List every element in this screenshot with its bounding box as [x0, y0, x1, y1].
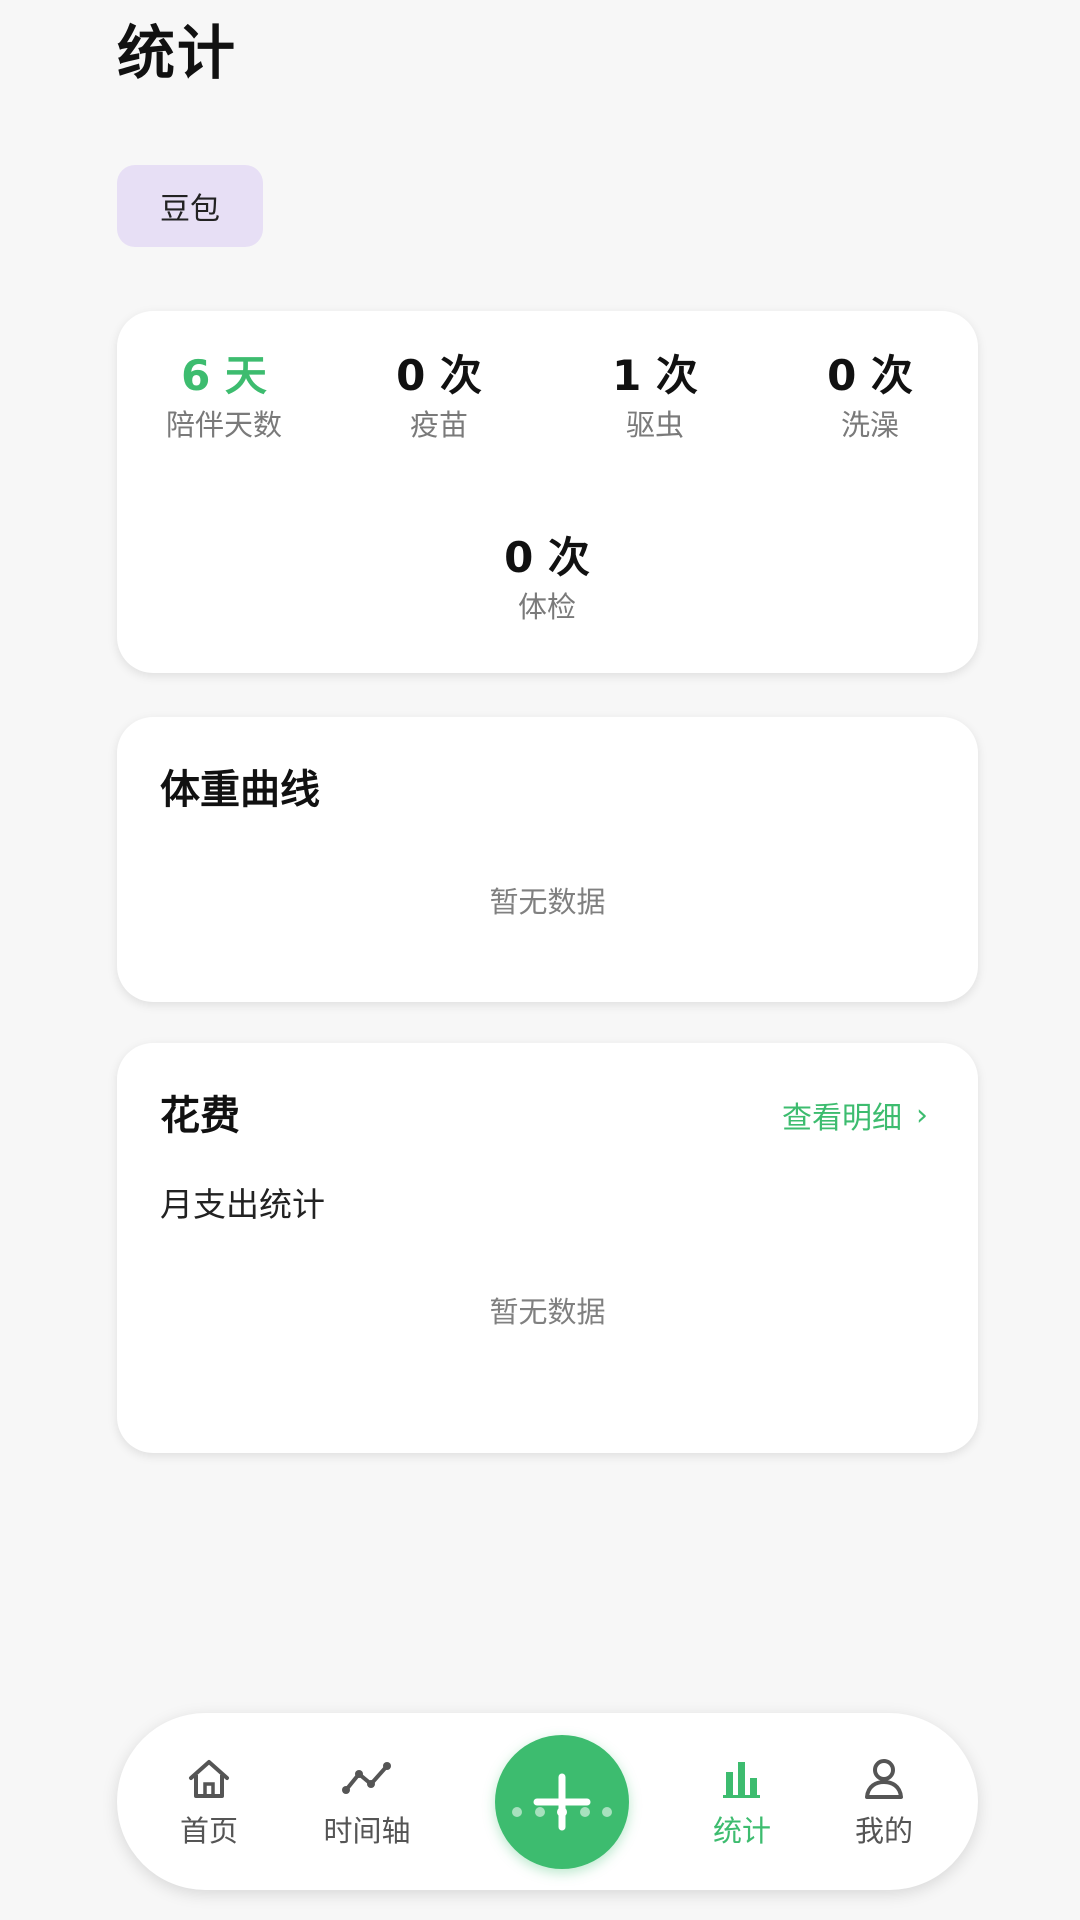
timeline-icon [342, 1762, 391, 1794]
weight-card: 体重曲线 暂无数据 [117, 717, 978, 1002]
stats-card: 6 天 陪伴天数 0 次 疫苗 1 次 驱虫 0 次 洗澡 0 次 体检 [117, 311, 978, 673]
stat-bath: 0 次 洗澡 [770, 351, 970, 443]
bottom-tab-bar: 首页 时间轴 统计 我的 [117, 1713, 978, 1890]
stat-value: 0 次 [504, 533, 590, 582]
stat-label: 驱虫 [625, 408, 684, 442]
stat-label: 洗澡 [840, 408, 899, 442]
cost-title: 花费 [160, 1093, 240, 1139]
tab-timeline[interactable]: 时间轴 [297, 1758, 437, 1850]
tab-profile[interactable]: 我的 [814, 1758, 954, 1850]
cost-card: 花费 查看明细 › 月支出统计 暂无数据 [117, 1043, 978, 1453]
stat-companion-days: 6 天 陪伴天数 [124, 351, 324, 443]
tab-stats-label: 统计 [712, 1814, 771, 1848]
stat-deworm: 1 次 驱虫 [555, 351, 755, 443]
tab-home-label: 首页 [179, 1814, 238, 1848]
stat-value: 0 次 [396, 351, 482, 400]
stat-label: 体检 [517, 590, 576, 624]
cost-empty-text: 暂无数据 [489, 1295, 606, 1329]
stat-label: 疫苗 [409, 408, 468, 442]
weight-empty-text: 暂无数据 [489, 885, 606, 919]
stat-label: 陪伴天数 [165, 408, 282, 442]
tab-timeline-label: 时间轴 [323, 1814, 411, 1848]
view-details-label: 查看明细 [782, 1101, 902, 1136]
weight-title: 体重曲线 [160, 767, 320, 813]
home-icon [189, 1760, 229, 1798]
tab-stats[interactable]: 统计 [672, 1758, 812, 1850]
monthly-expense-label: 月支出统计 [160, 1185, 325, 1224]
chevron-right-icon: › [916, 1097, 928, 1133]
pet-name: 豆包 [160, 192, 220, 227]
pet-selector-chip[interactable]: 豆包 [117, 165, 263, 247]
user-icon [865, 1759, 903, 1799]
page-title: 统计 [117, 19, 238, 87]
tab-home[interactable]: 首页 [139, 1758, 279, 1850]
bar-chart-icon [723, 1762, 760, 1798]
stat-value: 1 次 [612, 351, 698, 400]
stat-value: 6 天 [181, 351, 267, 400]
stat-vaccine: 0 次 疫苗 [339, 351, 539, 443]
tab-profile-label: 我的 [854, 1814, 913, 1848]
plus-icon [512, 1773, 612, 1831]
stat-checkup: 0 次 体检 [447, 533, 647, 625]
stat-value: 0 次 [827, 351, 913, 400]
view-details-link[interactable]: 查看明细 › [782, 1093, 928, 1137]
add-record-button[interactable] [495, 1735, 629, 1869]
